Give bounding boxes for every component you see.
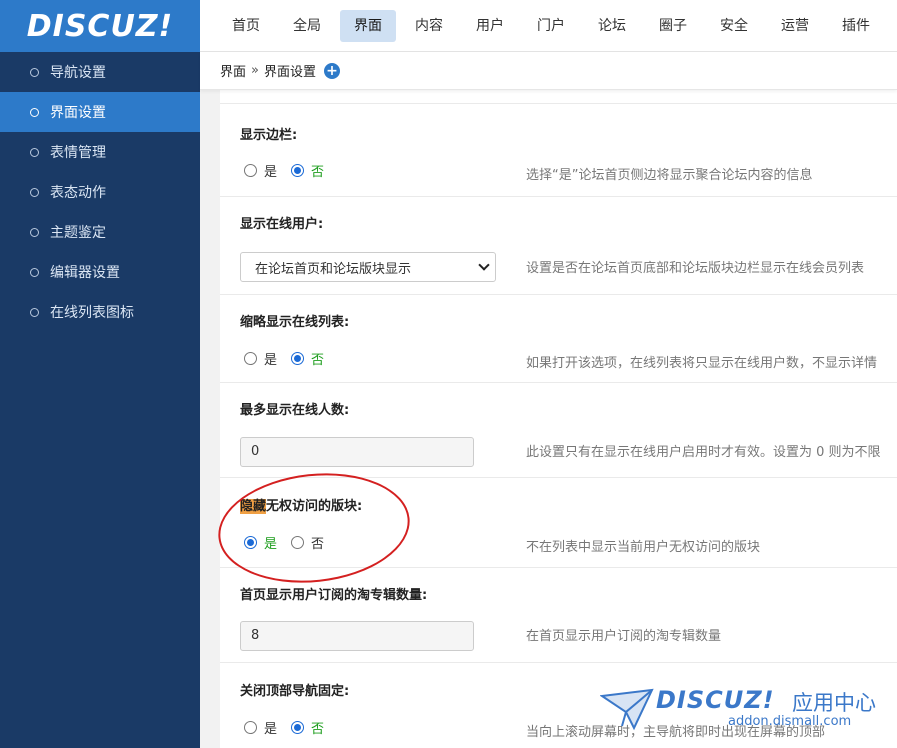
sidebar-item-editor[interactable]: 编辑器设置 xyxy=(0,252,200,292)
nav-portal[interactable]: 门户 xyxy=(523,10,579,42)
circle-icon xyxy=(30,107,39,117)
sidebar-item-interface[interactable]: 界面设置 xyxy=(0,92,200,132)
circle-icon xyxy=(30,147,39,157)
breadcrumb-separator: » xyxy=(251,63,259,78)
radio-no[interactable] xyxy=(291,721,305,734)
top-navigation: 首页 全局 界面 内容 用户 门户 论坛 圈子 安全 运营 插件 xyxy=(200,0,897,52)
sidebar: 导航设置 界面设置 表情管理 表态动作 主题鉴定 编辑器设置 在线列表图标 xyxy=(0,52,200,748)
radio-yes[interactable] xyxy=(244,536,257,549)
circle-icon xyxy=(30,227,39,237)
radio-no-label[interactable]: 否 xyxy=(311,349,324,368)
setting-collection-count: 首页显示用户订阅的淘专辑数量: 8 在首页显示用户订阅的淘专辑数量 xyxy=(220,568,897,663)
radio-yes-label[interactable]: 是 xyxy=(264,533,277,552)
sidebar-item-online-icons[interactable]: 在线列表图标 xyxy=(0,292,200,332)
radio-yes[interactable] xyxy=(244,164,257,177)
sidebar-item-navigation[interactable]: 导航设置 xyxy=(0,52,200,92)
circle-icon xyxy=(30,307,39,317)
nav-global[interactable]: 全局 xyxy=(279,10,335,42)
sidebar-item-click-actions[interactable]: 表态动作 xyxy=(0,172,200,212)
setting-tip: 设置是否在论坛首页底部和论坛版块边栏显示在线会员列表 xyxy=(526,261,865,276)
nav-users[interactable]: 用户 xyxy=(462,10,518,42)
setting-label: 隐藏无权访问的版块: xyxy=(240,499,363,514)
breadcrumb-current: 界面设置 xyxy=(263,65,316,80)
sidebar-item-smilies[interactable]: 表情管理 xyxy=(0,132,200,172)
nav-forum[interactable]: 论坛 xyxy=(584,10,640,42)
radio-group: 是 否 xyxy=(244,718,338,737)
paper-plane-icon xyxy=(600,688,654,731)
circle-icon xyxy=(30,267,39,277)
max-online-input[interactable]: 0 xyxy=(240,437,474,467)
setting-label: 首页显示用户订阅的淘专辑数量: xyxy=(240,588,428,603)
radio-group: 是 否 xyxy=(244,349,338,368)
nav-groups[interactable]: 圈子 xyxy=(645,10,701,42)
radio-group: 是 否 xyxy=(244,161,338,180)
setting-show-sidebar: 显示边栏: 是 否 选择“是”论坛首页侧边将显示聚合论坛内容的信息 xyxy=(220,104,897,197)
sidebar-item-thread-stamps[interactable]: 主题鉴定 xyxy=(0,212,200,252)
setting-tip: 选择“是”论坛首页侧边将显示聚合论坛内容的信息 xyxy=(526,168,813,183)
circle-icon xyxy=(30,67,39,77)
radio-no[interactable] xyxy=(291,164,305,177)
setting-label: 关闭顶部导航固定: xyxy=(240,684,350,699)
setting-hide-private-forums: 隐藏无权访问的版块: 是 否 不在列表中显示当前用户无权访问的版块 xyxy=(220,478,897,568)
nav-interface[interactable]: 界面 xyxy=(340,9,396,42)
watermark-brand: DISCUZ! xyxy=(656,686,775,714)
collection-count-input[interactable]: 8 xyxy=(240,621,474,651)
radio-yes-label[interactable]: 是 xyxy=(264,349,277,368)
row-top-gap xyxy=(220,90,897,104)
radio-no[interactable] xyxy=(291,536,305,549)
chevron-down-icon xyxy=(478,259,490,271)
watermark: DISCUZ! 应用中心 addon.dismall.com xyxy=(600,686,890,736)
breadcrumb-parent[interactable]: 界面 xyxy=(220,61,246,80)
setting-tip: 如果打开该选项，在线列表将只显示在线用户数，不显示详情 xyxy=(526,356,878,371)
setting-tip: 在首页显示用户订阅的淘专辑数量 xyxy=(526,629,722,644)
radio-no-label[interactable]: 否 xyxy=(311,161,324,180)
radio-no[interactable] xyxy=(291,352,305,365)
setting-label: 显示边栏: xyxy=(240,128,298,143)
add-shortcut-icon[interactable]: + xyxy=(324,62,340,79)
setting-show-online-users: 显示在线用户: 在论坛首页和论坛版块显示 设置是否在论坛首页底部和论坛版块边栏显… xyxy=(220,197,897,295)
radio-group: 是 否 xyxy=(244,533,338,552)
watermark-url: addon.dismall.com xyxy=(728,714,852,729)
nav-plugins[interactable]: 插件 xyxy=(828,10,884,42)
circle-icon xyxy=(30,187,39,197)
nav-security[interactable]: 安全 xyxy=(706,10,762,42)
setting-tip: 不在列表中显示当前用户无权访问的版块 xyxy=(526,540,761,555)
watermark-app: 应用中心 xyxy=(792,691,876,715)
setting-brief-online-list: 缩略显示在线列表: 是 否 如果打开该选项，在线列表将只显示在线用户数，不显示详… xyxy=(220,295,897,383)
radio-no-label[interactable]: 否 xyxy=(311,533,324,552)
setting-label: 显示在线用户: xyxy=(240,217,324,232)
radio-yes-label[interactable]: 是 xyxy=(264,718,277,737)
online-users-select[interactable]: 在论坛首页和论坛版块显示 xyxy=(240,252,496,282)
radio-no-label[interactable]: 否 xyxy=(311,718,324,737)
nav-operations[interactable]: 运营 xyxy=(767,10,823,42)
breadcrumb: 界面 » 界面设置 + xyxy=(200,52,897,90)
content-area: 显示边栏: 是 否 选择“是”论坛首页侧边将显示聚合论坛内容的信息 显示在线用户… xyxy=(200,90,897,748)
settings-panel: 显示边栏: 是 否 选择“是”论坛首页侧边将显示聚合论坛内容的信息 显示在线用户… xyxy=(220,90,897,748)
search-highlight: 隐藏 xyxy=(240,499,267,514)
setting-max-online: 最多显示在线人数: 0 此设置只有在显示在线用户启用时才有效。设置为 0 则为不… xyxy=(220,383,897,478)
radio-yes[interactable] xyxy=(244,352,257,365)
radio-yes-label[interactable]: 是 xyxy=(264,161,277,180)
nav-home[interactable]: 首页 xyxy=(218,10,274,42)
setting-label: 缩略显示在线列表: xyxy=(240,315,350,330)
setting-tip: 此设置只有在显示在线用户启用时才有效。设置为 0 则为不限 xyxy=(526,445,881,460)
nav-content[interactable]: 内容 xyxy=(401,10,457,42)
discuz-logo[interactable]: DISCUZ! xyxy=(0,0,200,52)
setting-label: 最多显示在线人数: xyxy=(240,403,350,418)
radio-yes[interactable] xyxy=(244,721,257,734)
